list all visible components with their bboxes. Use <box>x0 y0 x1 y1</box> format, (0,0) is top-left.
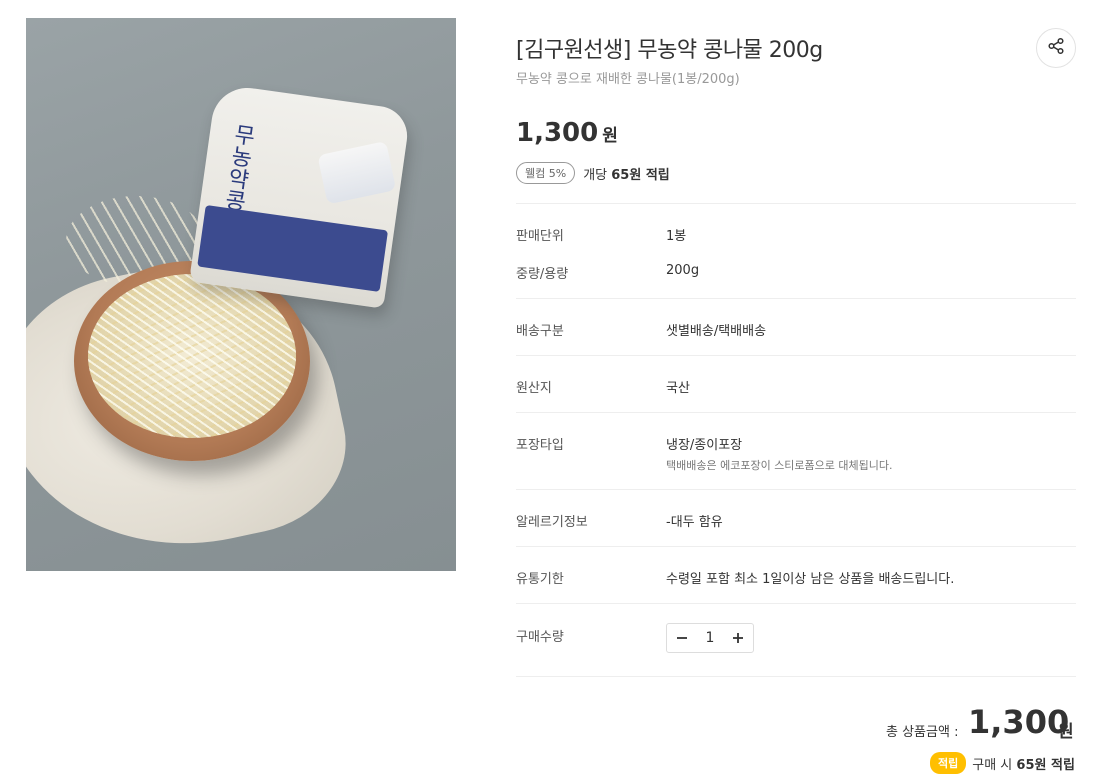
benefit-amount: 65원 적립 <box>611 167 670 183</box>
product-bag-illustration: 무농약콩나물 <box>189 83 411 309</box>
bag-band <box>197 204 389 292</box>
point-amount: 65원 적립 <box>1016 757 1075 773</box>
info-value-delivery: 샛별배송/택배배송 <box>666 324 767 339</box>
info-label-expiry: 유통기한 <box>516 572 564 587</box>
info-value-allergy: -대두 함유 <box>666 515 723 530</box>
info-value-packaging: 냉장/종이포장 <box>666 438 743 453</box>
divider <box>516 489 1076 490</box>
plus-icon <box>732 633 743 643</box>
quantity-value[interactable]: 1 <box>706 630 715 646</box>
divider <box>516 298 1076 299</box>
welcome-badge: 웰컴 5% <box>516 162 576 184</box>
info-value-expiry: 수령일 포함 최소 1일이상 남은 상품을 배송드립니다. <box>666 572 955 587</box>
info-value-unit: 1봉 <box>666 229 687 244</box>
divider <box>516 203 1076 204</box>
sprout-texture <box>88 274 296 438</box>
point-prefix: 구매 시 <box>972 757 1013 773</box>
divider <box>516 355 1076 356</box>
product-subtitle: 무농약 콩으로 재배한 콩나물(1봉/200g) <box>516 72 740 87</box>
price-value: 1,300 <box>516 118 599 148</box>
info-label-packaging: 포장타입 <box>516 438 564 453</box>
share-button[interactable] <box>1036 28 1076 68</box>
info-label-unit: 판매단위 <box>516 229 564 244</box>
divider <box>516 603 1076 604</box>
product-title: [김구원선생] 무농약 콩나물 200g <box>516 38 823 63</box>
info-value-origin: 국산 <box>666 381 690 396</box>
price-unit: 원 <box>602 126 618 146</box>
total-price: 1,300 <box>968 703 1070 741</box>
quantity-stepper: 1 <box>666 623 754 653</box>
divider <box>516 676 1076 677</box>
info-label-origin: 원산지 <box>516 381 552 396</box>
info-label-weight: 중량/용량 <box>516 267 569 282</box>
quantity-increase-button[interactable] <box>729 629 747 647</box>
share-icon <box>1047 37 1065 59</box>
point-row: 적립 구매 시 65원 적립 <box>930 752 1075 774</box>
benefit-text: 개당 65원 적립 <box>583 164 670 183</box>
info-note-packaging: 택배배송은 에코포장이 스티로폼으로 대체됩니다. <box>666 459 893 472</box>
point-text: 구매 시 65원 적립 <box>972 754 1075 773</box>
total-label: 총 상품금액 : <box>886 725 959 740</box>
point-badge: 적립 <box>930 752 967 774</box>
info-label-allergy: 알레르기정보 <box>516 515 588 530</box>
total-unit: 원 <box>1058 722 1074 742</box>
product-price: 1,300 원 <box>516 118 618 148</box>
info-label-quantity: 구매수량 <box>516 630 564 645</box>
minus-icon <box>677 637 687 639</box>
benefit-prefix: 개당 <box>583 167 608 183</box>
benefit-row: 웰컴 5% 개당 65원 적립 <box>516 162 670 184</box>
info-value-weight: 200g <box>666 263 700 278</box>
divider <box>516 546 1076 547</box>
bag-top-illustration <box>317 140 397 205</box>
product-image: 무농약콩나물 <box>26 18 456 571</box>
quantity-decrease-button[interactable] <box>673 629 691 647</box>
divider <box>516 412 1076 413</box>
info-label-delivery: 배송구분 <box>516 324 564 339</box>
